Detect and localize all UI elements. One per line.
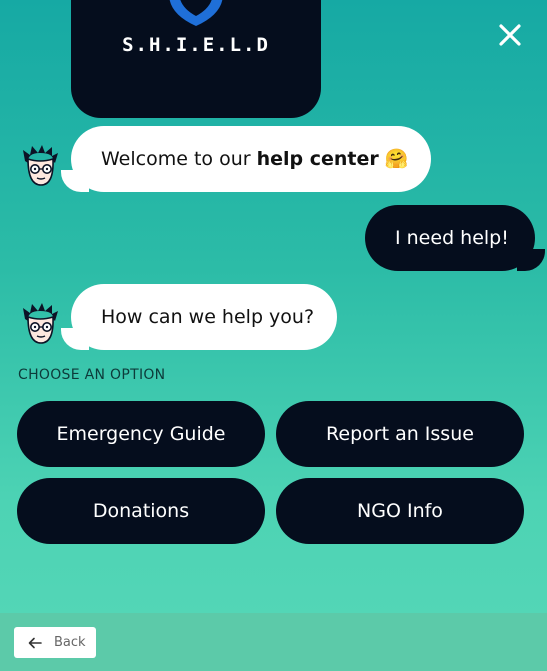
message-text: How can we help you? bbox=[101, 306, 315, 328]
shield-icon bbox=[169, 0, 223, 26]
bot-avatar bbox=[23, 303, 58, 344]
message-text: Welcome to our bbox=[101, 148, 257, 170]
back-button[interactable]: Back bbox=[14, 627, 96, 658]
option-report-issue-button[interactable]: Report an Issue bbox=[276, 401, 524, 467]
option-label: Donations bbox=[92, 500, 190, 522]
message-text: I need help! bbox=[395, 227, 509, 249]
choose-option-label: CHOOSE AN OPTION bbox=[18, 367, 166, 383]
arrow-left-icon bbox=[28, 637, 42, 648]
close-icon[interactable] bbox=[496, 21, 524, 49]
option-emergency-guide-button[interactable]: Emergency Guide bbox=[17, 401, 265, 467]
user-message: I need help! bbox=[365, 205, 545, 271]
bot-message-welcome: Welcome to our help center 🤗 bbox=[61, 126, 431, 192]
bot-message-question: How can we help you? bbox=[61, 284, 337, 350]
shield-logo-card: S.H.I.E.L.D bbox=[71, 0, 321, 118]
footer-bar: Back bbox=[0, 613, 547, 671]
logo-text: S.H.I.E.L.D bbox=[122, 34, 270, 56]
option-label: Emergency Guide bbox=[56, 423, 226, 445]
option-ngo-info-button[interactable]: NGO Info bbox=[276, 478, 524, 544]
back-label: Back bbox=[54, 635, 86, 650]
option-donations-button[interactable]: Donations bbox=[17, 478, 265, 544]
option-label: Report an Issue bbox=[326, 423, 474, 445]
option-label: NGO Info bbox=[357, 500, 443, 522]
bot-avatar bbox=[23, 145, 58, 186]
hug-emoji-icon: 🤗 bbox=[384, 148, 409, 170]
message-bold-text: help center bbox=[256, 148, 379, 170]
